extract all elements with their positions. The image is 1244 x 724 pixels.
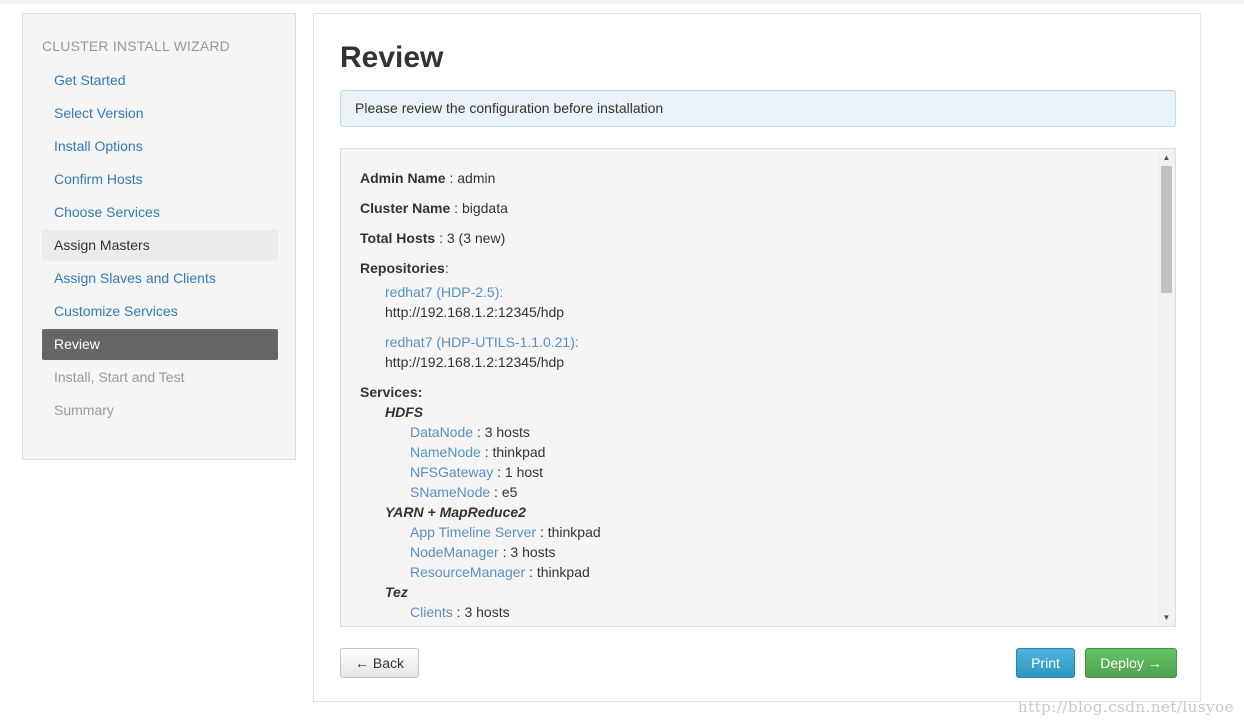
admin-name-row: Admin Name : admin [360,158,1150,188]
component-name: App Timeline Server [410,524,537,540]
component-name: NameNode [410,444,481,460]
print-button[interactable]: Print [1016,648,1075,678]
repository-url: http://192.168.1.2:12345/hdp [385,354,565,370]
review-summary-box[interactable]: Admin Name : admin Cluster Name : bigdat… [340,148,1176,627]
service-name-tez: Tez [385,584,408,600]
repository-item: redhat7 (HDP-UTILS-1.1.0.21): http://192… [360,332,1150,372]
component-value: 3 hosts [464,604,510,620]
step-review[interactable]: Review [42,329,278,360]
component-row: NameNode : thinkpad [410,444,546,460]
cluster-name-row: Cluster Name : bigdata [360,188,1150,218]
repositories-row: Repositories: [360,260,449,276]
repository-url: http://192.168.1.2:12345/hdp [385,304,565,320]
component-name: ResourceManager [410,564,526,580]
repositories-label: Repositories [360,260,445,276]
component-row: NodeManager : 3 hosts [410,544,556,560]
admin-name-value: admin [457,170,496,186]
step-install-start-test: Install, Start and Test [54,369,185,385]
top-border [0,0,1244,4]
component-row: Clients : 3 hosts [410,604,510,620]
page-title: Review [340,41,444,74]
repository-name: redhat7 (HDP-UTILS-1.1.0.21): [385,334,579,350]
step-install-options[interactable]: Install Options [42,131,278,162]
separator: : [450,200,462,216]
wizard-sidebar: CLUSTER INSTALL WIZARD Get Started Selec… [22,13,296,460]
review-scrollbar[interactable]: ▲ ▼ [1158,149,1175,626]
component-value: 3 hosts [510,544,556,560]
services-list: HDFS DataNode : 3 hosts NameNode : think… [360,402,1150,622]
component-value: thinkpad [536,564,590,580]
back-button[interactable]: ← Back [340,648,419,678]
repository-item: redhat7 (HDP-2.5): http://192.168.1.2:12… [360,282,1150,322]
component-value: thinkpad [547,524,601,540]
cluster-name-label: Cluster Name [360,200,451,216]
wizard-steps: Get Started Select Version Install Optio… [42,65,278,428]
service-name-hdfs: HDFS [385,404,424,420]
component-name: Clients [410,604,453,620]
component-name: DataNode [410,424,474,440]
repository-name: redhat7 (HDP-2.5): [385,284,504,300]
component-row: DataNode : 3 hosts [410,424,530,440]
scroll-up-arrow-icon[interactable]: ▲ [1158,149,1175,166]
step-assign-slaves-clients[interactable]: Assign Slaves and Clients [42,263,278,294]
step-customize-services[interactable]: Customize Services [42,296,278,327]
component-value: 3 hosts [484,424,530,440]
step-confirm-hosts[interactable]: Confirm Hosts [42,164,278,195]
cluster-name-value: bigdata [461,200,508,216]
review-content: Admin Name : admin Cluster Name : bigdat… [360,158,1150,622]
component-row: SNameNode : e5 [410,484,518,500]
separator: : [435,230,447,246]
scroll-down-arrow-icon[interactable]: ▼ [1158,609,1175,626]
service-name-yarn: YARN + MapReduce2 [385,504,526,520]
component-value: thinkpad [492,444,546,460]
component-name: SNameNode [410,484,491,500]
separator: : [445,170,458,186]
step-choose-services[interactable]: Choose Services [42,197,278,228]
admin-name-label: Admin Name [360,170,446,186]
step-assign-masters[interactable]: Assign Masters [42,230,278,261]
component-row: ResourceManager : thinkpad [410,564,590,580]
component-name: NodeManager [410,544,499,560]
component-row: App Timeline Server : thinkpad [410,524,601,540]
component-value: e5 [501,484,518,500]
deploy-button[interactable]: Deploy → [1085,648,1177,678]
total-hosts-value: 3 (3 new) [446,230,506,246]
main-panel: Review Please review the configuration b… [313,13,1201,702]
component-row: NFSGateway : 1 host [410,464,544,480]
step-select-version[interactable]: Select Version [42,98,278,129]
total-hosts-label: Total Hosts [360,230,436,246]
step-get-started[interactable]: Get Started [42,65,278,96]
wizard-title: CLUSTER INSTALL WIZARD [42,38,230,54]
scroll-thumb[interactable] [1161,166,1172,293]
services-heading: Services: [360,384,423,400]
step-summary: Summary [54,402,114,418]
component-value: 1 host [504,464,544,480]
total-hosts-row: Total Hosts : 3 (3 new) [360,218,1150,248]
component-name: NFSGateway [410,464,494,480]
watermark: http://blog.csdn.net/lusyoe [1017,698,1234,716]
info-alert: Please review the configuration before i… [340,90,1176,127]
